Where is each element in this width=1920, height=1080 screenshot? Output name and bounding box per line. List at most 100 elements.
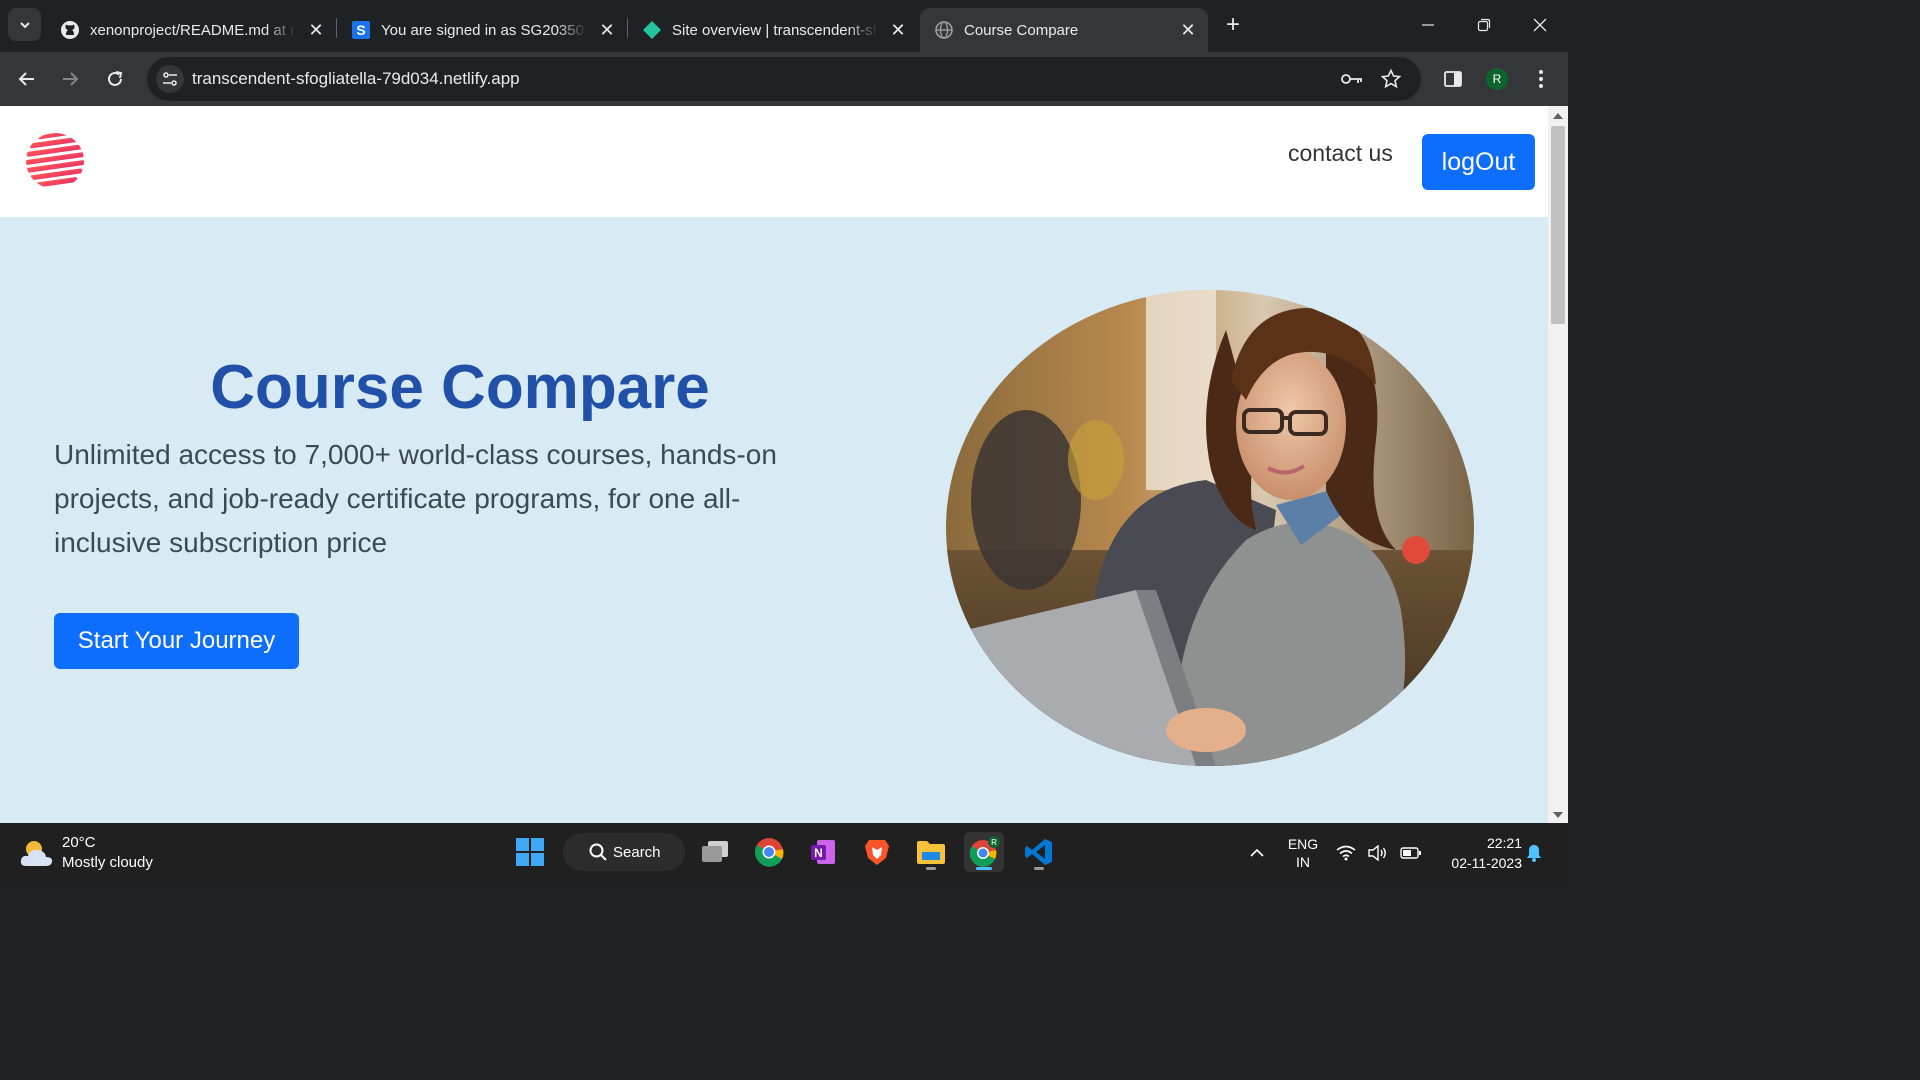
svg-text:S: S — [356, 22, 365, 38]
restore-button[interactable] — [1456, 8, 1512, 42]
tab-course-compare[interactable]: Course Compare ✕ — [920, 8, 1208, 52]
logout-button[interactable]: logOut — [1422, 134, 1535, 190]
close-icon[interactable]: ✕ — [888, 20, 908, 40]
hero-description: Unlimited access to 7,000+ world-class c… — [54, 439, 777, 558]
running-indicator — [926, 867, 936, 870]
windows-logo-icon — [516, 838, 544, 866]
profile-button[interactable]: R — [1481, 63, 1513, 95]
browser-toolbar: transcendent-sfogliatella-79d034.netlify… — [0, 52, 1568, 106]
clock-time: 22:21 — [1486, 834, 1522, 851]
system-tray-quick-settings[interactable] — [1336, 823, 1422, 882]
start-button[interactable] — [510, 832, 550, 872]
hero-student-image — [946, 290, 1474, 766]
language-region: IN — [1296, 853, 1310, 870]
close-icon[interactable]: ✕ — [597, 20, 617, 40]
close-window-button[interactable] — [1512, 8, 1568, 42]
brave-icon — [865, 840, 889, 865]
taskbar-chrome-active[interactable]: R — [964, 832, 1004, 872]
github-icon — [60, 20, 80, 40]
new-tab-button[interactable]: + — [1220, 11, 1246, 38]
site-logo[interactable] — [24, 132, 86, 190]
s-logo-icon: S — [351, 20, 371, 40]
wifi-icon — [1336, 845, 1356, 860]
minimize-button[interactable] — [1400, 8, 1456, 42]
back-button[interactable] — [10, 62, 44, 96]
chevron-up-icon — [1250, 848, 1264, 857]
page-viewport: contact us logOut Course Compare Unlimit… — [0, 106, 1548, 823]
site-navbar: contact us logOut — [0, 106, 1548, 217]
scrollbar-thumb[interactable] — [1551, 126, 1565, 324]
password-key-icon[interactable] — [1340, 67, 1364, 91]
tab-github[interactable]: xenonproject/README.md at main ✕ — [46, 8, 337, 52]
battery-icon — [1400, 846, 1421, 859]
running-indicator — [1034, 867, 1044, 870]
tab-netlify[interactable]: Site overview | transcendent-sfogliatell… — [628, 8, 918, 52]
tab-signed-in[interactable]: S You are signed in as SG20350 ✕ — [337, 8, 628, 52]
vscode-icon — [1025, 839, 1052, 865]
taskbar-vscode[interactable] — [1019, 832, 1059, 872]
show-hidden-icons-button[interactable] — [1244, 823, 1270, 882]
bell-icon — [1527, 844, 1541, 862]
minimize-icon — [1422, 24, 1434, 26]
search-label: Search — [613, 843, 661, 861]
side-panel-icon[interactable] — [1437, 63, 1469, 95]
chrome-icon — [754, 838, 784, 867]
close-icon[interactable]: ✕ — [1178, 20, 1198, 40]
more-vert-icon — [1539, 70, 1543, 88]
url-text: transcendent-sfogliatella-79d034.netlify… — [192, 69, 520, 88]
cloudy-weather-icon — [20, 841, 53, 866]
weather-condition: Mostly cloudy — [62, 854, 153, 871]
tab-title: You are signed in as SG20350 — [381, 21, 584, 39]
forward-arrow-icon — [63, 72, 79, 86]
bookmark-star-icon[interactable] — [1379, 67, 1403, 91]
netlify-icon — [642, 20, 662, 40]
language-indicator[interactable]: ENG IN — [1282, 823, 1324, 882]
close-icon — [1533, 18, 1547, 32]
clock-date: 02-11-2023 — [1451, 854, 1522, 871]
start-journey-button[interactable]: Start Your Journey — [54, 613, 299, 669]
notifications-button[interactable] — [1524, 823, 1544, 882]
taskbar-brave[interactable] — [857, 832, 897, 872]
tab-search-button[interactable] — [8, 8, 41, 41]
scroll-up-icon[interactable] — [1553, 113, 1563, 119]
chevron-down-icon — [19, 21, 30, 28]
globe-icon — [934, 20, 954, 40]
chrome-profile-icon: R — [969, 836, 1000, 867]
tab-title: xenonproject/README.md at main — [90, 21, 296, 39]
tab-strip: xenonproject/README.md at main ✕ S You a… — [0, 0, 1568, 52]
profile-avatar: R — [1486, 68, 1508, 90]
search-icon — [589, 843, 607, 861]
restore-icon — [1477, 18, 1491, 32]
contact-us-link[interactable]: contact us — [1288, 140, 1393, 167]
weather-temp: 20°C — [62, 834, 96, 851]
taskbar-search[interactable]: Search — [563, 833, 685, 871]
svg-text:R: R — [991, 838, 997, 847]
taskbar-file-explorer[interactable] — [911, 832, 951, 872]
reload-icon — [108, 71, 123, 86]
folder-icon — [917, 841, 945, 864]
hero-section: Course Compare Unlimited access to 7,000… — [0, 217, 1548, 823]
page-title: Course Compare — [210, 353, 710, 422]
running-indicator — [976, 867, 992, 870]
site-info-icon[interactable] — [156, 65, 184, 93]
task-view-button[interactable] — [695, 832, 735, 872]
taskbar-chrome[interactable] — [749, 832, 789, 872]
forward-button[interactable] — [53, 62, 87, 96]
clock[interactable]: 22:21 02-11-2023 — [1432, 823, 1522, 882]
back-arrow-icon — [18, 72, 34, 86]
volume-icon — [1368, 844, 1386, 861]
language-code: ENG — [1287, 835, 1319, 852]
onenote-icon: N — [811, 840, 835, 864]
address-bar[interactable]: transcendent-sfogliatella-79d034.netlify… — [147, 57, 1421, 101]
taskbar-onenote[interactable]: N — [803, 832, 843, 872]
reload-button[interactable] — [98, 62, 132, 96]
task-view-icon — [702, 841, 728, 862]
weather-widget[interactable]: 20°C Mostly cloudy — [20, 833, 153, 873]
close-icon[interactable]: ✕ — [306, 20, 326, 40]
tab-title: Course Compare — [964, 21, 1079, 39]
menu-button[interactable] — [1525, 63, 1557, 95]
scroll-down-icon[interactable] — [1553, 812, 1563, 818]
page-scrollbar[interactable] — [1548, 106, 1568, 823]
tab-title: Site overview | transcendent-sfogliatell… — [672, 21, 878, 39]
windows-taskbar: 20°C Mostly cloudy Search N R ENG IN 22:… — [0, 823, 1568, 882]
